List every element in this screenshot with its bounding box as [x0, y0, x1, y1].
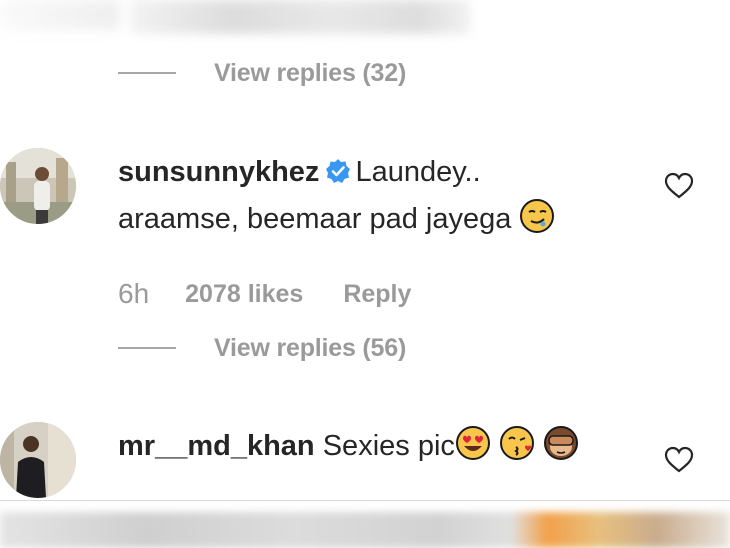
view-replies-label: View replies (56): [214, 333, 407, 362]
avatar-mr-md-khan[interactable]: [0, 422, 76, 498]
view-replies-label: View replies (32): [214, 58, 407, 87]
comment-divider: [0, 500, 730, 501]
heart-eyes-emoji-icon: [455, 425, 491, 474]
comment-username[interactable]: sunsunnykhez: [118, 156, 319, 188]
like-heart-icon-2[interactable]: [664, 446, 696, 476]
blurred-comment-text-top: [130, 0, 470, 34]
avatar-image: [0, 422, 76, 498]
kissing-face-emoji-icon: [499, 425, 535, 474]
blurred-content-bottom: [0, 512, 730, 548]
replies-line: [118, 347, 176, 349]
comment-likes-count[interactable]: 2078 likes: [185, 280, 303, 309]
avatar-image: [0, 148, 76, 224]
drooling-face-emoji-icon: [519, 198, 555, 247]
comment-body-sunsunnykhez: sunsunnykhez Laundey.. araamse, beemaar p…: [118, 150, 638, 247]
reply-button[interactable]: Reply: [343, 280, 411, 309]
verified-badge-icon: [325, 153, 351, 197]
comment-text-line2: araamse, beemaar pad jayega: [118, 203, 512, 235]
view-replies-link-2[interactable]: View replies (56): [118, 333, 406, 363]
avatar-sunsunnykhez[interactable]: [0, 148, 76, 224]
comment-text-line1: Laundey..: [355, 156, 481, 188]
blurred-content-top-left: [0, 0, 120, 30]
comment-text: Sexies pic: [322, 430, 455, 462]
view-replies-link-1[interactable]: View replies (32): [118, 58, 406, 88]
comment-meta-row: 6h 2078 likes Reply: [118, 278, 411, 310]
comment-body-mr-md-khan: mr__md_khan Sexies pic: [118, 424, 638, 474]
see-no-evil-monkey-emoji-icon: [543, 425, 579, 474]
comment-username[interactable]: mr__md_khan: [118, 430, 315, 462]
like-heart-icon-1[interactable]: [664, 172, 696, 202]
comment-timestamp[interactable]: 6h: [118, 278, 149, 310]
replies-line: [118, 72, 176, 74]
